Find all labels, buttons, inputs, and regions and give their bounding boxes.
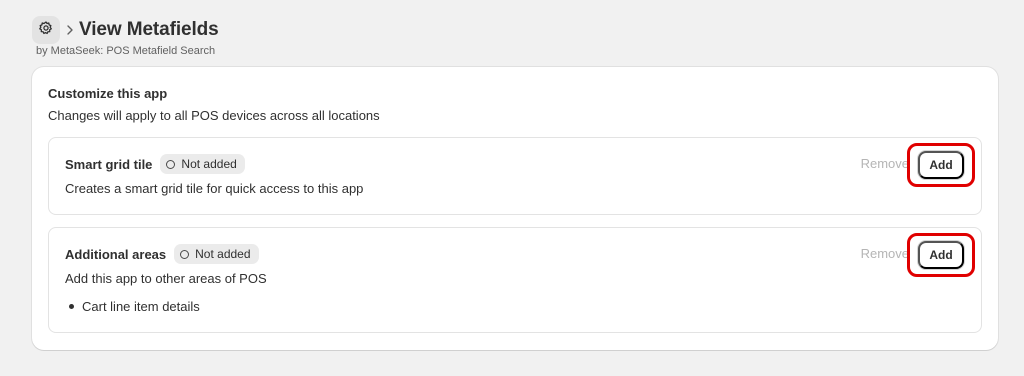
status-badge: Not added — [160, 154, 245, 174]
card-description: Changes will apply to all POS devices ac… — [48, 108, 380, 123]
app-page: View Metafields by MetaSeek: POS Metafie… — [0, 0, 1024, 376]
status-circle-icon — [166, 159, 176, 169]
section-title: Smart grid tile — [65, 156, 153, 172]
gear-icon — [38, 20, 54, 41]
section-description: Creates a smart grid tile for quick acce… — [65, 181, 364, 196]
list-item: Cart line item details — [69, 299, 200, 314]
add-button[interactable]: Add — [918, 151, 964, 179]
section-description: Add this app to other areas of POS — [65, 271, 267, 286]
settings-button[interactable] — [32, 16, 60, 44]
section-header: Additional areas Not added — [65, 244, 259, 264]
status-circle-icon — [180, 249, 190, 259]
app-byline: by MetaSeek: POS Metafield Search — [36, 45, 216, 57]
chevron-right-icon — [66, 25, 74, 35]
status-badge-label: Not added — [181, 157, 237, 171]
list-item-label: Cart line item details — [82, 299, 200, 314]
add-button-highlight: Add — [907, 233, 975, 277]
add-button[interactable]: Add — [918, 241, 964, 269]
title-row: View Metafields — [32, 16, 219, 44]
status-badge-label: Not added — [195, 247, 251, 261]
customize-card: Customize this app Changes will apply to… — [32, 67, 998, 350]
page-header: View Metafields by MetaSeek: POS Metafie… — [32, 16, 219, 57]
add-button-highlight: Add — [907, 143, 975, 187]
status-badge: Not added — [174, 244, 259, 264]
smart-grid-tile-section: Smart grid tile Not added Creates a smar… — [48, 137, 982, 215]
section-title: Additional areas — [65, 246, 167, 262]
card-title: Customize this app — [48, 86, 168, 101]
page-title: View Metafields — [79, 19, 219, 40]
additional-areas-section: Additional areas Not added Add this app … — [48, 227, 982, 333]
remove-button[interactable]: Remove — [861, 156, 909, 171]
remove-button[interactable]: Remove — [861, 246, 909, 261]
section-header: Smart grid tile Not added — [65, 154, 245, 174]
bullet-icon — [69, 304, 74, 309]
